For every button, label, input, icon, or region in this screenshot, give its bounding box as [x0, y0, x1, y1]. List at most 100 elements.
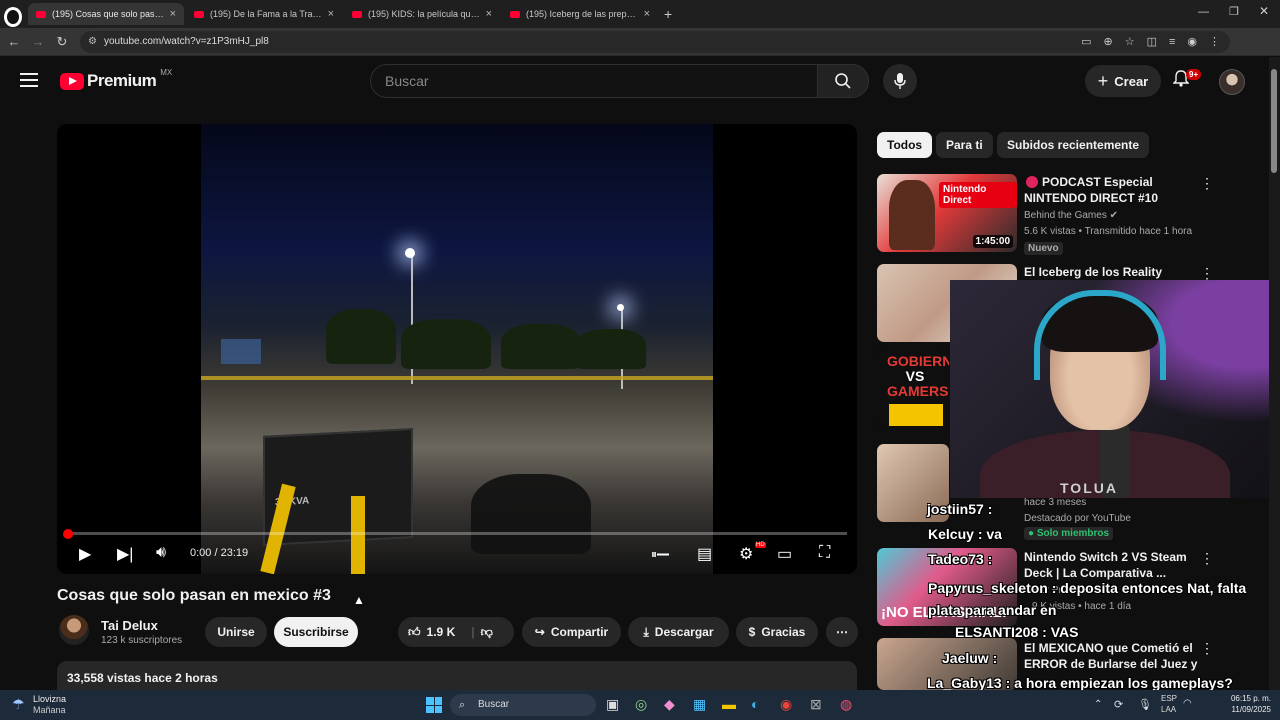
like-icon[interactable]: 👍︎: [408, 625, 421, 640]
autoplay-toggle-icon[interactable]: ⏸━: [651, 547, 669, 562]
window-close-icon[interactable]: ✕: [1259, 4, 1269, 18]
mouse-cursor-icon: ▲: [353, 593, 365, 607]
related-video-title[interactable]: El MEXICANO que Cometió el ERROR de Burl…: [1024, 640, 1200, 672]
dislike-icon[interactable]: 👎︎: [481, 625, 493, 640]
more-menu-icon[interactable]: ⋮: [1209, 31, 1220, 53]
chat-user: Papyrus_skeleton: [928, 580, 1048, 596]
weather-icon[interactable]: ☂: [12, 696, 25, 713]
play-icon[interactable]: ▶: [79, 544, 91, 564]
tab-title: (195) Cosas que solo pasan en m: [52, 9, 166, 19]
chip-label: Para ti: [946, 138, 983, 152]
chat-text: :: [987, 551, 993, 567]
verified-icon: ✔: [1109, 210, 1118, 221]
search-input[interactable]: Buscar: [370, 64, 818, 98]
browser-tab[interactable]: (195) Iceberg de las preparatori ×: [502, 3, 658, 25]
related-video-channel[interactable]: Behind the Games ✔: [1024, 208, 1118, 224]
hamburger-menu-icon[interactable]: [20, 73, 38, 91]
progress-scrubber[interactable]: [63, 529, 73, 539]
cast-icon[interactable]: ▭: [1081, 31, 1091, 53]
forward-icon[interactable]: →: [30, 34, 46, 49]
edge-icon[interactable]: ◐: [751, 696, 759, 712]
youtube-premium-logo[interactable]: Premium MX: [60, 68, 172, 91]
close-icon[interactable]: ×: [328, 8, 334, 20]
plus-icon: +: [1097, 70, 1109, 91]
channel-avatar[interactable]: [59, 615, 89, 645]
back-icon[interactable]: ←: [6, 34, 22, 49]
close-icon[interactable]: ×: [644, 8, 650, 20]
profile-avatar-icon[interactable]: ◉: [1187, 31, 1197, 53]
like-count[interactable]: 1.9 K: [427, 625, 456, 639]
chip-para-ti[interactable]: Para ti: [936, 132, 993, 158]
taskbar-search[interactable]: ⌕ Buscar: [450, 694, 596, 716]
scrollbar-thumb[interactable]: [1271, 69, 1277, 173]
youtube-favicon-icon: [352, 10, 362, 18]
progress-bar[interactable]: [67, 532, 847, 535]
store-icon[interactable]: ▦: [693, 696, 706, 713]
close-icon[interactable]: ×: [486, 8, 492, 20]
video-player[interactable]: 30 KVA ▶ ▶| 🔊︎ 0:00 / 23:19 ⏸━ ▤ ⚙ HD ▭ …: [57, 124, 857, 574]
tray-chevron-icon[interactable]: ⌃: [1094, 699, 1102, 710]
reading-list-icon[interactable]: ≡: [1169, 31, 1175, 53]
bookmark-star-icon[interactable]: ☆: [1125, 31, 1135, 53]
reload-icon[interactable]: ↻: [54, 34, 70, 50]
extensions-icon[interactable]: ◫: [1147, 31, 1157, 53]
obs-icon[interactable]: ◍: [840, 696, 852, 713]
close-icon[interactable]: ×: [170, 8, 176, 20]
site-info-icon[interactable]: ⚙: [88, 31, 97, 53]
windows-start-icon[interactable]: [426, 697, 442, 713]
clock-time[interactable]: 06:15 p. m.: [1225, 694, 1271, 703]
browser-tab[interactable]: (195) Cosas que solo pasan en m ×: [28, 3, 184, 25]
profile-icon[interactable]: [4, 7, 22, 27]
account-avatar[interactable]: [1219, 69, 1245, 95]
related-video-thumbnail[interactable]: Nintendo Direct 1:45:00: [877, 174, 1017, 252]
join-label: Unirse: [217, 625, 255, 639]
file-explorer-icon[interactable]: ▬: [722, 696, 736, 712]
voice-search-button[interactable]: [883, 64, 917, 98]
tray-app-icon[interactable]: ⟳: [1114, 698, 1123, 711]
more-actions-button[interactable]: ⋯: [826, 617, 858, 647]
related-video-thumbnail[interactable]: GOBIERNOVSGAMERS: [877, 350, 949, 428]
page-scrollbar[interactable]: [1269, 57, 1280, 690]
chat-text: :: [992, 650, 998, 666]
wifi-icon[interactable]: ◠: [1183, 698, 1192, 709]
more-vertical-icon[interactable]: ⋮: [1200, 640, 1214, 657]
join-button[interactable]: Unirse: [205, 617, 267, 647]
restore-icon[interactable]: ❐: [1229, 5, 1239, 18]
download-button[interactable]: ⤓ Descargar: [628, 617, 729, 647]
subscribe-button[interactable]: Suscribirse: [274, 617, 358, 647]
next-icon[interactable]: ▶|: [117, 544, 133, 564]
youtube-favicon-icon: [194, 10, 204, 18]
copilot-icon[interactable]: ◆: [664, 696, 675, 713]
chip-todos[interactable]: Todos: [877, 132, 933, 158]
related-video-title[interactable]: PODCAST Especial NINTENDO DIRECT #10 ¡JU…: [1024, 174, 1200, 206]
search-button[interactable]: [817, 64, 869, 98]
more-vertical-icon[interactable]: ⋮: [1200, 175, 1214, 192]
browser-tab[interactable]: (195) KIDS: la película que arruin ×: [344, 3, 500, 25]
address-bar[interactable]: ⚙ youtube.com/watch?v=z1P3mHJ_pl8 ▭ ⊕ ☆ …: [80, 31, 1230, 53]
subtitles-icon[interactable]: ▤: [697, 544, 712, 564]
create-button[interactable]: + Crear: [1085, 65, 1161, 97]
task-view-icon[interactable]: ▣: [606, 696, 619, 713]
more-vertical-icon[interactable]: ⋮: [1200, 550, 1214, 567]
youtube-favicon-icon: [36, 10, 46, 18]
new-tab-icon[interactable]: +: [664, 6, 672, 22]
app-icon[interactable]: ⊠: [810, 696, 822, 713]
theater-mode-icon[interactable]: ▭: [777, 544, 792, 564]
volume-icon[interactable]: 🔊︎: [156, 544, 166, 562]
zoom-icon[interactable]: ⊕: [1103, 31, 1112, 53]
chip-subidos-recientemente[interactable]: Subidos recientemente: [997, 132, 1150, 158]
channel-name[interactable]: Tai Delux: [101, 618, 158, 633]
minimize-icon[interactable]: —: [1198, 6, 1209, 18]
share-button[interactable]: ↪ Compartir: [522, 617, 621, 647]
browser-tab[interactable]: (195) De la Fama a la Tragedia | ×: [186, 3, 342, 25]
language-indicator[interactable]: ESP: [1161, 694, 1177, 703]
settings-gear-icon[interactable]: ⚙: [739, 544, 753, 564]
chrome-icon[interactable]: ◉: [780, 696, 792, 713]
thanks-button[interactable]: $ Gracias: [736, 617, 818, 647]
browser-toolbar: ← → ↻ ⚙ youtube.com/watch?v=z1P3mHJ_pl8 …: [0, 28, 1280, 56]
xbox-icon[interactable]: ◎: [635, 696, 647, 713]
tray-mic-icon[interactable]: 🎙︎: [1138, 698, 1152, 711]
search-icon: [835, 73, 851, 89]
fullscreen-icon[interactable]: ⛶: [819, 544, 830, 562]
thumbnail-text: GOBIERNOVSGAMERS: [887, 353, 949, 399]
